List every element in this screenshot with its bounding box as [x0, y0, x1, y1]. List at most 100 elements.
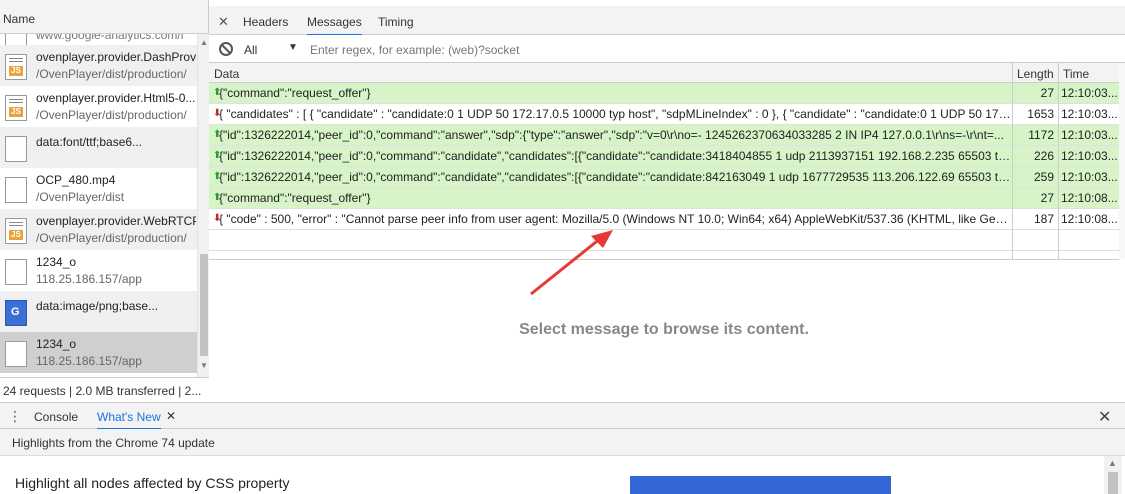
message-row-sent[interactable]: ⬆ {"id":1326222014,"peer_id":0,"command":…	[209, 146, 1119, 167]
request-name: data:image/png;base...	[36, 299, 159, 313]
request-name: www.google-analytics.com/r	[36, 34, 185, 42]
message-length: 187	[1033, 212, 1054, 226]
message-data: {"command":"request_offer"}	[219, 86, 371, 100]
tab-console[interactable]: Console	[34, 410, 78, 424]
annotation-arrow	[530, 230, 613, 296]
message-row-sent[interactable]: ⬆ {"id":1326222014,"peer_id":0,"command":…	[209, 167, 1119, 188]
tab-messages[interactable]: Messages	[307, 15, 362, 36]
request-name: ovenplayer.provider.DashProv	[36, 50, 196, 64]
generic-file-icon	[5, 136, 27, 162]
close-drawer-icon[interactable]: ✕	[1098, 407, 1111, 427]
message-time: 12:10:03...	[1061, 149, 1118, 163]
message-length: 226	[1033, 149, 1054, 163]
request-item[interactable]: OCP_480.mp4 /OvenPlayer/dist	[0, 168, 197, 209]
tab-whats-new[interactable]: What's New	[97, 410, 161, 430]
generic-file-icon	[5, 259, 27, 285]
message-time: 12:10:03...	[1061, 128, 1118, 142]
scroll-up-icon[interactable]: ▲	[1108, 458, 1117, 468]
whats-new-content: Highlight all nodes affected by CSS prop…	[0, 456, 1125, 494]
empty-selection-message: Select message to browse its content.	[209, 259, 1119, 402]
message-time: 12:10:03...	[1061, 170, 1118, 184]
request-path: 118.25.186.157/app	[36, 272, 142, 286]
message-data: {"id":1326222014,"peer_id":0,"command":"…	[219, 170, 1011, 184]
request-path: 118.25.186.157/app	[36, 354, 142, 368]
message-filter-bar: All ▼	[209, 35, 1125, 63]
tab-headers[interactable]: Headers	[243, 15, 288, 29]
request-item[interactable]: ovenplayer.provider.Html5-0... /OvenPlay…	[0, 86, 197, 127]
empty-row	[209, 230, 1119, 251]
detail-tabbar: ✕ Headers Messages Timing	[209, 6, 1125, 36]
request-path: /OvenPlayer/dist/production/	[36, 231, 187, 245]
drawer-tabbar: ⋮ Console What's New ✕ ✕	[0, 402, 1125, 430]
column-header-time[interactable]: Time	[1063, 67, 1089, 81]
close-icon[interactable]: ✕	[218, 14, 229, 30]
close-tab-icon[interactable]: ✕	[166, 409, 176, 423]
websocket-detail-panel: ✕ Headers Messages Timing All ▼ Data Len…	[209, 0, 1125, 402]
js-file-icon	[5, 218, 27, 244]
message-data: { "code" : 500, "error" : "Cannot parse …	[219, 212, 1011, 226]
request-path: /OvenPlayer/dist/production/	[36, 108, 187, 122]
column-header-length[interactable]: Length	[1017, 67, 1054, 81]
chevron-down-icon[interactable]: ▼	[288, 42, 298, 53]
request-name: 1234_o	[36, 255, 77, 269]
js-file-icon	[5, 95, 27, 121]
drawer-scrollbar[interactable]: ▲	[1104, 456, 1122, 494]
message-row-received[interactable]: ⬇{ "candidates" : [ { "candidate" : "can…	[209, 104, 1119, 125]
network-request-panel: Name www.google-analytics.com/r ovenplay…	[0, 0, 209, 402]
message-time: 12:10:08...	[1061, 191, 1118, 205]
message-data: { "candidates" : [ { "candidate" : "cand…	[219, 107, 1011, 121]
network-summary-status: 24 requests | 2.0 MB transferred | 2...	[0, 377, 209, 402]
request-item[interactable]: data:font/ttf;base6...	[0, 127, 197, 168]
message-length: 259	[1033, 170, 1054, 184]
message-row-sent[interactable]: ⬆ {"command":"request_offer"} 27 12:10:08..…	[209, 188, 1119, 209]
message-filter-input[interactable]	[307, 40, 703, 59]
scroll-down-icon[interactable]: ▼	[200, 361, 208, 370]
message-time: 12:10:03...	[1061, 107, 1118, 121]
js-file-icon	[5, 54, 27, 80]
name-column-header[interactable]: Name	[0, 0, 208, 34]
whats-new-subtitle: Highlights from the Chrome 74 update	[0, 429, 1125, 456]
message-length: 27	[1040, 191, 1054, 205]
messages-scrollbar[interactable]	[1119, 63, 1125, 259]
column-divider	[1012, 63, 1013, 259]
message-row-sent[interactable]: ⬆ {"command":"request_offer"} 27 12:10:03..…	[209, 83, 1119, 104]
more-options-icon[interactable]: ⋮	[8, 408, 22, 425]
request-list: www.google-analytics.com/r ovenplayer.pr…	[0, 34, 197, 377]
whats-new-heading: Highlight all nodes affected by CSS prop…	[15, 475, 290, 491]
message-data: {"id":1326222014,"peer_id":0,"command":"…	[219, 128, 1004, 142]
request-name: 1234_o	[36, 337, 77, 351]
request-path: /OvenPlayer/dist	[36, 190, 125, 204]
message-time: 12:10:08...	[1061, 212, 1118, 226]
message-row-received[interactable]: ⬇{ "code" : 500, "error" : "Cannot parse…	[209, 209, 1119, 230]
message-type-select[interactable]: All	[244, 43, 257, 57]
request-name: OCP_480.mp4	[36, 173, 116, 187]
request-item-selected[interactable]: 1234_o 118.25.186.157/app	[0, 332, 197, 373]
request-item[interactable]: ovenplayer.provider.DashProv /OvenPlayer…	[0, 45, 197, 86]
generic-file-icon	[5, 341, 27, 367]
message-length: 1172	[1028, 128, 1054, 142]
message-length: 1653	[1027, 107, 1054, 121]
request-item[interactable]: 1234_o 118.25.186.157/app	[0, 250, 197, 291]
message-row-sent[interactable]: ⬆ {"id":1326222014,"peer_id":0,"command":…	[209, 125, 1119, 146]
tab-timing[interactable]: Timing	[378, 15, 414, 29]
request-path: /OvenPlayer/dist/production/	[36, 67, 187, 81]
request-name: ovenplayer.provider.Html5-0...	[36, 91, 196, 105]
message-data: {"command":"request_offer"}	[219, 191, 371, 205]
scrollbar-thumb[interactable]	[1108, 472, 1118, 494]
scroll-up-icon[interactable]: ▲	[200, 38, 208, 47]
feature-image	[630, 476, 891, 494]
request-name: ovenplayer.provider.WebRTCP	[36, 214, 196, 228]
messages-table-header: Data Length Time	[209, 63, 1119, 83]
request-list-scrollbar[interactable]: ▲ ▼	[197, 34, 209, 377]
clear-messages-icon[interactable]	[219, 42, 233, 56]
request-item[interactable]: data:image/png;base...	[0, 291, 197, 332]
message-time: 12:10:03...	[1061, 86, 1118, 100]
request-item[interactable]: ovenplayer.provider.WebRTCP /OvenPlayer/…	[0, 209, 197, 250]
request-name: data:font/ttf;base6...	[36, 135, 143, 149]
column-header-data[interactable]: Data	[214, 67, 239, 81]
message-data: {"id":1326222014,"peer_id":0,"command":"…	[219, 149, 1011, 163]
message-length: 27	[1040, 86, 1054, 100]
messages-table: Data Length Time ⬆ {"command":"request_of…	[209, 63, 1119, 251]
scrollbar-thumb[interactable]	[200, 254, 208, 356]
column-divider	[1058, 63, 1059, 259]
